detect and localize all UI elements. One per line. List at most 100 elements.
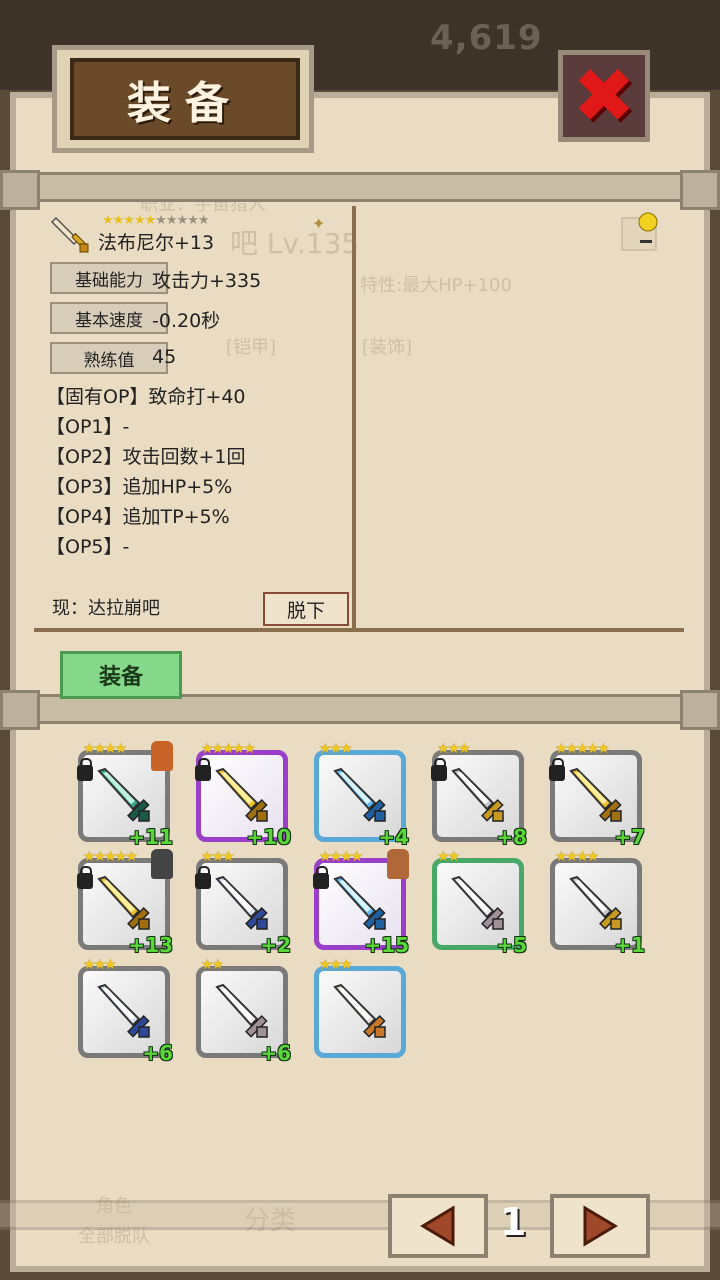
inventory-item[interactable]: ★★★ +4 xyxy=(314,741,409,849)
weapon-icon xyxy=(215,875,268,930)
inventory-item[interactable]: ★★★ +2 xyxy=(195,849,291,957)
base-ability-value: 攻击力+335 xyxy=(152,270,262,292)
item-stars: ★★★★★ xyxy=(555,741,610,757)
lightbulb-icon xyxy=(621,212,658,251)
arrow-right-icon xyxy=(583,1205,618,1247)
item-stars: ★★★★ xyxy=(555,849,599,865)
faded-armor-tab: [铠甲] xyxy=(226,337,277,358)
weapon-icon xyxy=(451,767,504,822)
faded-trait: 特性:最大HP+100 xyxy=(360,275,512,296)
lock-icon xyxy=(313,866,329,889)
weapon-icon xyxy=(333,875,386,930)
item-plus-level: +15 xyxy=(364,933,409,957)
weapon-icon xyxy=(333,767,386,822)
rarity-stars: ★★★★★★★★★★ xyxy=(102,213,210,228)
weapon-icon xyxy=(97,983,150,1038)
inventory-item[interactable]: ★★★★★ +7 xyxy=(549,741,645,849)
item-stars: ★★★ xyxy=(83,957,117,973)
item-stars: ★★ xyxy=(437,849,460,865)
equipped-character-avatar xyxy=(387,849,409,879)
weapon-icon xyxy=(215,767,268,822)
title-board: 装备 xyxy=(70,58,300,140)
option-line: 【OP1】- xyxy=(46,416,130,438)
item-stars: ★★★★★ xyxy=(83,849,138,865)
weapon-icon xyxy=(569,875,622,930)
item-stars: ★★ xyxy=(201,957,224,973)
option-line: 【OP5】- xyxy=(46,536,130,558)
page-title: 装备 xyxy=(127,78,243,129)
lock-icon xyxy=(77,866,93,889)
close-icon: ✖ xyxy=(572,51,636,140)
prev-page-button[interactable] xyxy=(388,1194,488,1258)
lock-icon xyxy=(549,758,565,781)
weapon-icon xyxy=(451,875,504,930)
inventory-item[interactable]: ★★★★ +1 xyxy=(550,849,645,957)
item-stars: ★★★★ xyxy=(319,849,363,865)
proficiency-value: 45 xyxy=(152,346,177,368)
inventory-item[interactable]: ★★★★★ +10 xyxy=(195,741,291,849)
weapon-icon xyxy=(215,983,268,1038)
unequip-button[interactable]: 脱下 xyxy=(263,592,349,626)
inventory-item[interactable]: ★★ +5 xyxy=(432,849,527,957)
inventory-item[interactable]: ★★★★ +11 xyxy=(77,741,173,849)
inventory-item[interactable]: ★★★★★ +13 xyxy=(77,849,173,957)
item-stars: ★★★ xyxy=(319,957,353,973)
item-plus-level: +10 xyxy=(246,825,291,849)
equipped-character-avatar xyxy=(151,849,173,879)
option-line: 【固有OP】致命打+40 xyxy=(46,386,246,408)
option-line: 【OP4】追加TP+5% xyxy=(46,506,230,528)
arrow-left-icon xyxy=(420,1205,455,1247)
inventory-item[interactable]: ★★★ xyxy=(314,957,406,1058)
item-stars: ★★★★★ xyxy=(201,741,256,757)
inventory-item[interactable]: ★★ +6 xyxy=(196,957,291,1065)
item-stars: ★★★★ xyxy=(83,741,127,757)
divider-horizontal xyxy=(34,628,684,632)
current-owner: 现：达拉崩吧 xyxy=(52,598,160,619)
frame-corner xyxy=(0,690,40,730)
sparkle-icon: ✦ xyxy=(312,214,326,233)
frame-corner xyxy=(0,170,40,210)
next-page-button[interactable] xyxy=(550,1194,650,1258)
item-plus-level: +8 xyxy=(496,825,527,849)
lock-icon xyxy=(431,758,447,781)
item-plus-level: +11 xyxy=(128,825,173,849)
lock-icon xyxy=(195,758,211,781)
sword-icon xyxy=(50,216,89,253)
faded-level: 吧 Lv.135 xyxy=(230,227,360,260)
item-stars: ★★★ xyxy=(201,849,235,865)
item-plus-level: +13 xyxy=(128,933,173,957)
inventory-item[interactable]: ★★★ +8 xyxy=(431,741,527,849)
inventory-item[interactable]: ★★★★ +15 xyxy=(313,849,409,957)
weapon-icon xyxy=(333,983,386,1038)
proficiency-label: 熟练值 xyxy=(50,342,168,374)
item-plus-level: +6 xyxy=(260,1041,291,1065)
inventory-item[interactable]: ★★★ +6 xyxy=(78,957,173,1065)
item-name: 法布尼尔+13 xyxy=(98,232,215,254)
frame-corner xyxy=(680,170,720,210)
base-speed-label: 基本速度 xyxy=(50,302,168,334)
lock-icon xyxy=(195,866,211,889)
item-plus-level: +6 xyxy=(142,1041,173,1065)
faded-accessory-tab: [装饰] xyxy=(362,337,413,358)
item-plus-level: +2 xyxy=(260,933,291,957)
option-line: 【OP3】追加HP+5% xyxy=(46,476,233,498)
divider-vertical xyxy=(352,206,356,630)
base-ability-label: 基础能力 xyxy=(50,262,168,294)
item-plus-level: +7 xyxy=(614,825,645,849)
item-plus-level: +5 xyxy=(496,933,527,957)
gold-counter-behind: 4,619 xyxy=(430,18,543,58)
equip-button[interactable]: 装备 xyxy=(60,651,182,699)
item-stars: ★★★ xyxy=(319,741,353,757)
close-button[interactable]: ✖ xyxy=(558,50,650,142)
option-line: 【OP2】攻击回数+1回 xyxy=(46,446,246,468)
item-plus-level: +4 xyxy=(378,825,409,849)
lock-icon xyxy=(77,758,93,781)
weapon-icon xyxy=(97,875,150,930)
item-plus-level: +1 xyxy=(614,933,645,957)
equipped-character-avatar xyxy=(151,741,173,771)
base-speed-value: -0.20秒 xyxy=(152,310,221,332)
frame-corner xyxy=(680,690,720,730)
weapon-icon xyxy=(569,767,622,822)
item-stars: ★★★ xyxy=(437,741,471,757)
weapon-icon xyxy=(97,767,150,822)
